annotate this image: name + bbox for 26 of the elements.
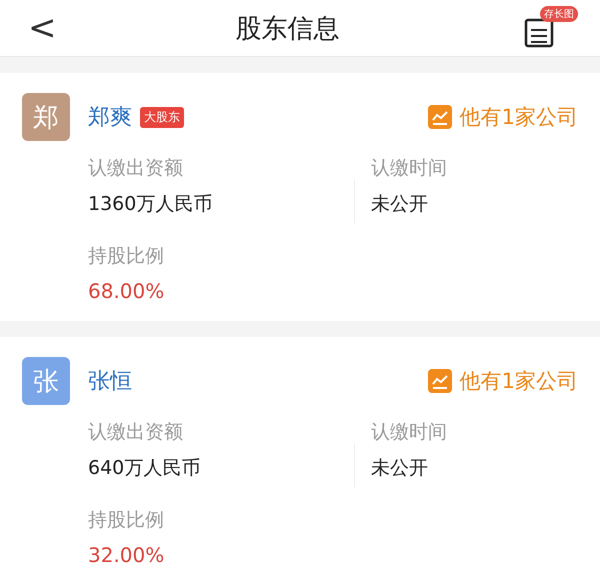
field-value: 640万人民币: [88, 456, 202, 481]
field-value: 未公开: [371, 456, 429, 481]
back-button[interactable]: <: [28, 11, 56, 45]
save-badge: 存长图: [540, 6, 578, 22]
share-percentage: 32.00%: [88, 543, 166, 567]
major-shareholder-tag: 大股东: [140, 106, 184, 128]
chart-icon: [428, 105, 452, 129]
field-value: 1360万人民币: [88, 192, 214, 217]
field-value: 未公开: [371, 192, 429, 217]
shareholder-name[interactable]: 郑爽: [88, 102, 132, 132]
field-label: 认缴时间: [371, 156, 448, 181]
shareholder-name[interactable]: 张恒: [88, 366, 132, 396]
avatar: 张: [22, 357, 70, 405]
avatar: 郑: [22, 93, 70, 141]
field-label: 持股比例: [88, 508, 165, 533]
field-label: 认缴出资额: [88, 156, 184, 181]
field-label: 持股比例: [88, 244, 165, 269]
field-label: 认缴时间: [371, 420, 448, 445]
companies-link[interactable]: 他有1家公司: [428, 367, 578, 395]
share-percentage: 68.00%: [88, 279, 166, 303]
document-icon: [524, 18, 554, 48]
page-title: 股东信息: [235, 12, 340, 46]
chart-icon: [428, 369, 452, 393]
companies-link[interactable]: 他有1家公司: [428, 103, 578, 131]
field-label: 认缴出资额: [88, 420, 184, 445]
save-image-button[interactable]: 存长图: [518, 6, 578, 50]
